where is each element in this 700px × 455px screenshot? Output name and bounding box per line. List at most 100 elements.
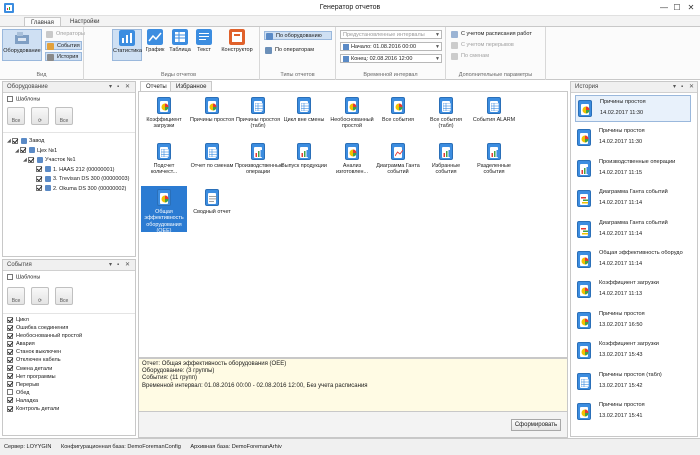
report-tile-production-operations[interactable]: Производственные операции	[235, 140, 283, 186]
history-item[interactable]: Причины простоя 13.02.2017 16:50	[575, 308, 691, 335]
tree-node[interactable]: 3. Trevisan DS 300 (00000003)	[31, 175, 129, 183]
history-item[interactable]: Коэффициент загрузки 13.02.2017 15:43	[575, 338, 691, 365]
event-item[interactable]: Авария	[3, 340, 135, 348]
refresh-button[interactable]: ⟳	[31, 107, 49, 125]
history-item[interactable]: Коэффициент загрузки 14.02.2017 11:13	[575, 277, 691, 304]
report-tile-all-events-table[interactable]: Все события (табл)	[423, 94, 469, 140]
event-checkbox[interactable]	[7, 340, 13, 347]
tree-checkbox[interactable]	[28, 156, 34, 163]
event-item[interactable]: Нет программы	[3, 373, 135, 381]
uncheck-all-events-button[interactable]: Все	[55, 287, 73, 305]
with-breaks-toggle[interactable]: С учетом перерывов	[450, 41, 514, 50]
event-checkbox[interactable]	[7, 365, 13, 372]
history-item[interactable]: Причины простоя 14.02.2017 11:30	[575, 125, 691, 152]
refresh-events-button[interactable]: ⟳	[31, 287, 49, 305]
history-item[interactable]: Диаграмма Ганта событий 14.02.2017 11:14	[575, 217, 691, 244]
by-equipment-button[interactable]: По оборудованию	[264, 31, 332, 40]
event-item[interactable]: Перерыв	[3, 381, 135, 389]
history-item[interactable]: Общая эффективность оборудо 14.02.2017 11…	[575, 247, 691, 274]
dropdown-icon[interactable]: ▾	[109, 260, 112, 270]
event-item[interactable]: Станок выключен	[3, 348, 135, 356]
equipment-button[interactable]: Оборудование	[2, 29, 42, 61]
event-item[interactable]: Отключен кабель	[3, 356, 135, 364]
tree-checkbox[interactable]	[12, 137, 18, 144]
event-checkbox[interactable]	[7, 381, 13, 388]
end-date-field[interactable]: Конец: 02.08.2016 12:00 ▼	[340, 54, 442, 63]
event-item[interactable]: Необоснованный простой	[3, 332, 135, 340]
event-item[interactable]: Ошибка соединения	[3, 324, 135, 332]
report-tile-manufacturing-analysis[interactable]: Анализ изготовлен...	[329, 140, 375, 186]
minimize-button[interactable]: —	[658, 2, 670, 13]
tree-checkbox[interactable]	[36, 175, 42, 182]
start-date-field[interactable]: Начало: 01.08.2016 00:00 ▼	[340, 42, 442, 51]
report-tile-count[interactable]: Подсчет количест...	[141, 140, 187, 186]
history-item[interactable]: Причины простоя 14.02.2017 11:30	[575, 95, 691, 122]
tree-node[interactable]: 2. Okuma DS 300 (00000002)	[31, 185, 126, 193]
constructor-button[interactable]: Конструктор	[216, 29, 258, 61]
event-checkbox[interactable]	[7, 316, 13, 323]
by-operators-button[interactable]: По операторам	[264, 46, 314, 55]
check-all-events-button[interactable]: Все	[7, 287, 25, 305]
close-icon[interactable]: ✕	[125, 260, 130, 270]
event-checkbox[interactable]	[7, 357, 13, 364]
tree-node[interactable]: ◢ Участок №1	[23, 156, 76, 164]
dropdown-icon[interactable]: ▾	[109, 82, 112, 92]
history-item[interactable]: Причины простоя (табл) 13.02.2017 15:42	[575, 369, 691, 396]
close-icon[interactable]: ✕	[125, 82, 130, 92]
event-checkbox[interactable]	[7, 397, 13, 404]
tree-checkbox[interactable]	[36, 185, 42, 192]
report-tile-summary-report[interactable]: Сводный отчет	[189, 186, 235, 232]
graph-button[interactable]: График	[144, 29, 166, 61]
events-button[interactable]: События	[45, 41, 82, 50]
report-tile-downtime-reasons[interactable]: Причины простоя	[189, 94, 235, 140]
report-tile-alarm-events[interactable]: События ALARM	[471, 94, 517, 140]
check-all-button[interactable]: Все	[7, 107, 25, 125]
history-item[interactable]: Диаграмма Ганта событий 14.02.2017 11:14	[575, 186, 691, 213]
dropdown-icon[interactable]: ▾	[673, 82, 676, 92]
close-button[interactable]: ✕	[685, 2, 697, 13]
report-tile-oee[interactable]: Общая эффективность оборудования (OEE)	[141, 186, 187, 234]
event-checkbox[interactable]	[7, 332, 13, 339]
pin-icon[interactable]: ▪	[681, 82, 683, 92]
event-checkbox[interactable]	[7, 373, 13, 380]
report-tile-gantt-events[interactable]: Диаграмма Ганта событий	[375, 140, 421, 186]
event-checkbox[interactable]	[7, 405, 13, 412]
tree-node[interactable]: ◢ Завод	[7, 137, 44, 145]
history-button[interactable]: История	[45, 52, 82, 61]
event-item[interactable]: Наладка	[3, 397, 135, 405]
tree-checkbox[interactable]	[20, 147, 26, 154]
table-button[interactable]: Таблица	[168, 29, 192, 61]
history-item[interactable]: Причины простоя 13.02.2017 15:41	[575, 399, 691, 426]
report-tile-production-output[interactable]: Выпуск продукции	[281, 140, 327, 186]
preset-interval-select[interactable]: Предустановленные интервалы ▼	[340, 30, 442, 39]
by-shifts-toggle[interactable]: По сменам	[450, 52, 489, 61]
report-tile-load-factor[interactable]: Коэффициент загрузки	[141, 94, 187, 140]
tree-node[interactable]: ◢ Цех №1	[15, 147, 57, 155]
report-tile-split-events[interactable]: Разделенные события	[471, 140, 517, 186]
events-templates-checkbox[interactable]: Шаблоны	[7, 274, 40, 280]
pin-icon[interactable]: ▪	[117, 260, 119, 270]
event-checkbox[interactable]	[7, 389, 13, 396]
tree-checkbox[interactable]	[36, 166, 42, 173]
text-button[interactable]: Текст	[194, 29, 214, 61]
event-checkbox[interactable]	[7, 348, 13, 355]
event-item[interactable]: Цикл	[3, 316, 135, 324]
pin-icon[interactable]: ▪	[117, 82, 119, 92]
operators-button[interactable]: Операторы	[45, 30, 85, 39]
event-item[interactable]: Контроль детали	[3, 405, 135, 413]
equipment-templates-checkbox[interactable]: Шаблоны	[7, 96, 40, 102]
report-tile-cycle-outside-shift[interactable]: Цикл вне смены	[281, 94, 327, 140]
generate-button[interactable]: Сформировать	[511, 419, 561, 431]
event-checkbox[interactable]	[7, 324, 13, 331]
report-tile-shift-report[interactable]: Отчет по сменам	[189, 140, 235, 186]
event-item[interactable]: Смена детали	[3, 365, 135, 373]
statistics-button[interactable]: Статистика	[112, 29, 142, 61]
uncheck-all-button[interactable]: Все	[55, 107, 73, 125]
event-item[interactable]: Обед	[3, 389, 135, 397]
maximize-button[interactable]: ☐	[671, 2, 683, 13]
tree-node[interactable]: 1. HAAS 212 (00000001)	[31, 166, 114, 174]
with-schedule-toggle[interactable]: С учетом расписания работ	[450, 30, 532, 39]
report-tile-all-events[interactable]: Все события	[375, 94, 421, 140]
report-tile-unjustified-downtime[interactable]: Необоснованный простой	[329, 94, 375, 140]
close-icon[interactable]: ✕	[689, 82, 694, 92]
